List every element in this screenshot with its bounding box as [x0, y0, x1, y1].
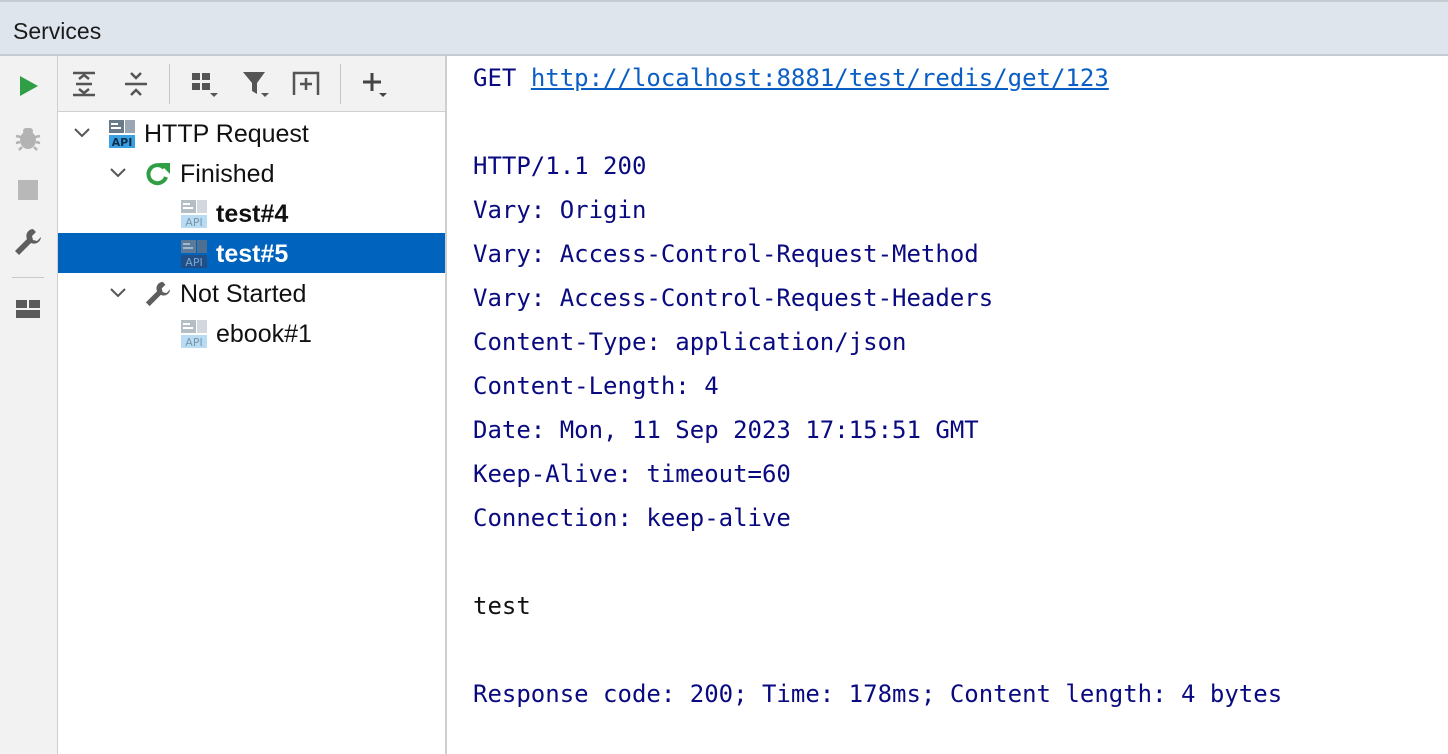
- new-service-button[interactable]: [288, 66, 324, 102]
- header-line: Content-Length: 4: [473, 372, 719, 400]
- services-side-toolbar: [0, 56, 58, 754]
- debug-button[interactable]: [11, 121, 45, 155]
- tree-node-label: ebook#1: [216, 320, 312, 348]
- tree-node-test-4[interactable]: API test#4: [58, 193, 445, 233]
- expand-all-button[interactable]: [66, 66, 102, 102]
- svg-text:API: API: [185, 336, 202, 349]
- tree-node-not-started[interactable]: Not Started: [58, 273, 445, 313]
- add-icon: [363, 73, 387, 97]
- new-service-icon: [292, 71, 320, 95]
- collapse-all-button[interactable]: [118, 66, 154, 102]
- header-line: Date: Mon, 11 Sep 2023 17:15:51 GMT: [473, 416, 979, 444]
- http-api-icon: API: [181, 320, 207, 349]
- http-api-icon: API: [109, 120, 135, 149]
- request-url-link[interactable]: http://localhost:8881/test/redis/get/123: [531, 64, 1109, 92]
- add-button[interactable]: [356, 66, 392, 102]
- chevron-down-icon[interactable]: [108, 163, 128, 183]
- response-viewer: GET http://localhost:8881/test/redis/get…: [447, 56, 1448, 754]
- wrench-icon: [145, 281, 171, 307]
- svg-text:API: API: [112, 136, 133, 149]
- response-body: test: [473, 592, 531, 620]
- header-line: Vary: Origin: [473, 196, 647, 224]
- group-by-icon: [192, 73, 218, 97]
- run-icon: [20, 76, 38, 96]
- chevron-down-icon[interactable]: [108, 283, 128, 303]
- stop-button[interactable]: [11, 173, 45, 207]
- tree-node-finished[interactable]: Finished: [58, 153, 445, 193]
- collapse-all-icon: [125, 72, 147, 96]
- tree-node-test-5[interactable]: API test#5: [58, 233, 445, 273]
- filter-button[interactable]: [238, 66, 274, 102]
- tree-node-label: Finished: [180, 160, 275, 188]
- debug-icon: [15, 128, 41, 151]
- tree-toolbar: [58, 56, 445, 112]
- group-by-button[interactable]: [186, 66, 222, 102]
- toolbar-separator: [169, 64, 170, 104]
- tree-node-label: test#5: [216, 240, 289, 268]
- header-line: Vary: Access-Control-Request-Method: [473, 240, 979, 268]
- tree-node-label: test#4: [216, 200, 289, 228]
- expand-all-icon: [73, 71, 95, 97]
- request-line: GET http://localhost:8881/test/redis/get…: [473, 64, 1109, 92]
- request-method: GET: [473, 64, 517, 92]
- http-api-icon: API: [181, 200, 207, 229]
- tree-node-label: Not Started: [180, 280, 307, 308]
- toolbar-separator: [12, 277, 44, 278]
- run-button[interactable]: [11, 69, 45, 103]
- services-title-bar: Services: [0, 0, 1448, 56]
- header-line: Connection: keep-alive: [473, 504, 791, 532]
- wrench-icon: [15, 229, 41, 255]
- stop-icon: [18, 180, 38, 200]
- status-line: HTTP/1.1 200: [473, 152, 647, 180]
- header-line: Keep-Alive: timeout=60: [473, 460, 791, 488]
- filter-icon: [243, 72, 269, 97]
- tree-node-ebook-1[interactable]: API ebook#1: [58, 313, 445, 353]
- toolbar-separator: [340, 64, 341, 104]
- rerun-icon: [146, 163, 170, 186]
- services-tree-panel: API HTTP Request Finished API test#4 API…: [58, 56, 447, 754]
- window-title: Services: [13, 18, 102, 44]
- header-line: Vary: Access-Control-Request-Headers: [473, 284, 994, 312]
- svg-text:API: API: [185, 256, 202, 269]
- chevron-down-icon[interactable]: [72, 123, 92, 143]
- svg-text:API: API: [185, 216, 202, 229]
- tree-node-http-request[interactable]: API HTTP Request: [58, 113, 445, 153]
- settings-button[interactable]: [11, 225, 45, 259]
- tree-node-label: HTTP Request: [144, 120, 309, 148]
- layout-icon: [16, 300, 40, 318]
- header-line: Content-Type: application/json: [473, 328, 907, 356]
- layout-button[interactable]: [11, 292, 45, 326]
- response-summary: Response code: 200; Time: 178ms; Content…: [473, 680, 1283, 708]
- http-api-icon: API: [181, 240, 207, 269]
